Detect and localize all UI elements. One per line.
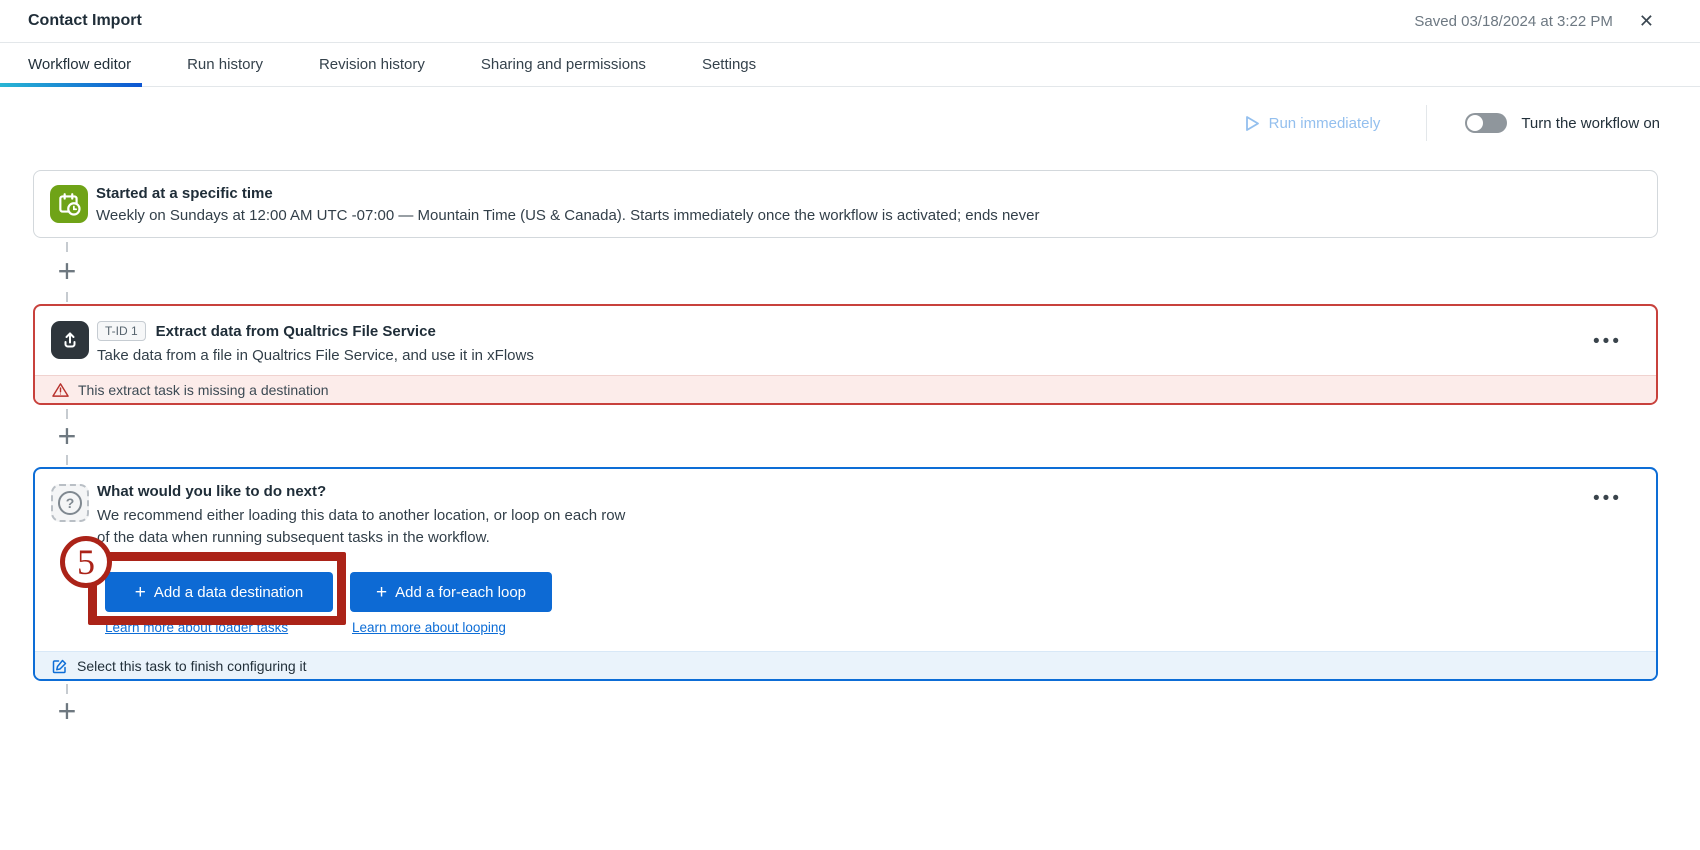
plus-icon: +	[376, 583, 387, 602]
add-task-button-3[interactable]: +	[52, 696, 82, 726]
toggle-knob	[1467, 115, 1483, 131]
learn-loader-tasks-link[interactable]: Learn more about loader tasks	[105, 620, 288, 635]
extract-error-banner: This extract task is missing a destinati…	[35, 375, 1656, 403]
extract-header: T-ID 1 Extract data from Qualtrics File …	[97, 321, 436, 341]
task-card-next-step[interactable]: ? What would you like to do next? We rec…	[33, 467, 1658, 681]
play-icon	[1245, 115, 1260, 132]
tab-label: Workflow editor	[28, 56, 131, 73]
add-data-destination-button[interactable]: + Add a data destination	[105, 572, 333, 612]
configure-task-banner: Select this task to finish configuring i…	[35, 651, 1656, 679]
warning-icon	[52, 382, 69, 398]
schedule-text: Started at a specific time Weekly on Sun…	[96, 183, 1040, 227]
titlebar: Contact Import Saved 03/18/2024 at 3:22 …	[0, 0, 1700, 43]
workflow-toggle-label: Turn the workflow on	[1521, 115, 1660, 132]
learn-looping-link[interactable]: Learn more about looping	[352, 620, 506, 635]
tab-settings[interactable]: Settings	[702, 56, 756, 73]
plus-icon: +	[135, 583, 146, 602]
workflow-on-toggle[interactable]	[1465, 113, 1507, 133]
question-placeholder-icon: ?	[51, 484, 89, 522]
run-immediately-button[interactable]: Run immediately	[1245, 115, 1381, 132]
schedule-title: Started at a specific time	[96, 183, 1040, 205]
tab-bar: Workflow editor Run history Revision his…	[0, 43, 1700, 87]
upload-icon	[51, 321, 89, 359]
extract-description: Take data from a file in Qualtrics File …	[97, 347, 534, 364]
connector-line	[66, 292, 68, 302]
tab-label: Settings	[702, 56, 756, 73]
edit-icon	[52, 658, 68, 674]
add-for-each-loop-label: Add a for-each loop	[395, 584, 526, 601]
task-card-schedule[interactable]: Started at a specific time Weekly on Sun…	[33, 170, 1658, 238]
add-task-button-1[interactable]: +	[52, 256, 82, 286]
active-tab-indicator	[0, 83, 142, 87]
workflow-editor-window: Contact Import Saved 03/18/2024 at 3:22 …	[0, 0, 1700, 850]
next-description-line1: We recommend either loading this data to…	[97, 507, 625, 524]
tab-run-history[interactable]: Run history	[187, 56, 263, 73]
tab-revision-history[interactable]: Revision history	[319, 56, 425, 73]
tab-sharing-permissions[interactable]: Sharing and permissions	[481, 56, 646, 73]
saved-status: Saved 03/18/2024 at 3:22 PM	[1414, 13, 1612, 30]
task-id-badge: T-ID 1	[97, 321, 146, 341]
task-card-extract[interactable]: T-ID 1 Extract data from Qualtrics File …	[33, 304, 1658, 405]
schedule-description: Weekly on Sundays at 12:00 AM UTC -07:00…	[96, 205, 1040, 227]
workflow-toolbar: Run immediately Turn the workflow on	[1245, 104, 1660, 142]
tab-workflow-editor[interactable]: Workflow editor	[28, 56, 131, 73]
next-title: What would you like to do next?	[97, 483, 326, 500]
page-title: Contact Import	[28, 12, 142, 30]
calendar-clock-icon	[50, 185, 88, 223]
connector-line	[66, 242, 68, 252]
add-task-button-2[interactable]: +	[52, 421, 82, 451]
next-description-line2: of the data when running subsequent task…	[97, 529, 490, 546]
toolbar-divider	[1426, 105, 1427, 141]
more-options-icon[interactable]: •••	[1593, 332, 1622, 351]
add-for-each-loop-button[interactable]: + Add a for-each loop	[350, 572, 552, 612]
extract-error-text: This extract task is missing a destinati…	[78, 382, 329, 398]
tab-label: Sharing and permissions	[481, 56, 646, 73]
run-immediately-label: Run immediately	[1269, 115, 1381, 132]
question-mark-icon: ?	[58, 491, 82, 515]
configure-task-text: Select this task to finish configuring i…	[77, 658, 307, 674]
titlebar-right: Saved 03/18/2024 at 3:22 PM ✕	[1414, 12, 1700, 30]
tab-label: Run history	[187, 56, 263, 73]
connector-line	[66, 455, 68, 465]
more-options-icon[interactable]: •••	[1593, 489, 1622, 508]
add-data-destination-label: Add a data destination	[154, 584, 303, 601]
extract-title: Extract data from Qualtrics File Service	[156, 323, 436, 340]
close-icon[interactable]: ✕	[1639, 12, 1654, 30]
tab-label: Revision history	[319, 56, 425, 73]
